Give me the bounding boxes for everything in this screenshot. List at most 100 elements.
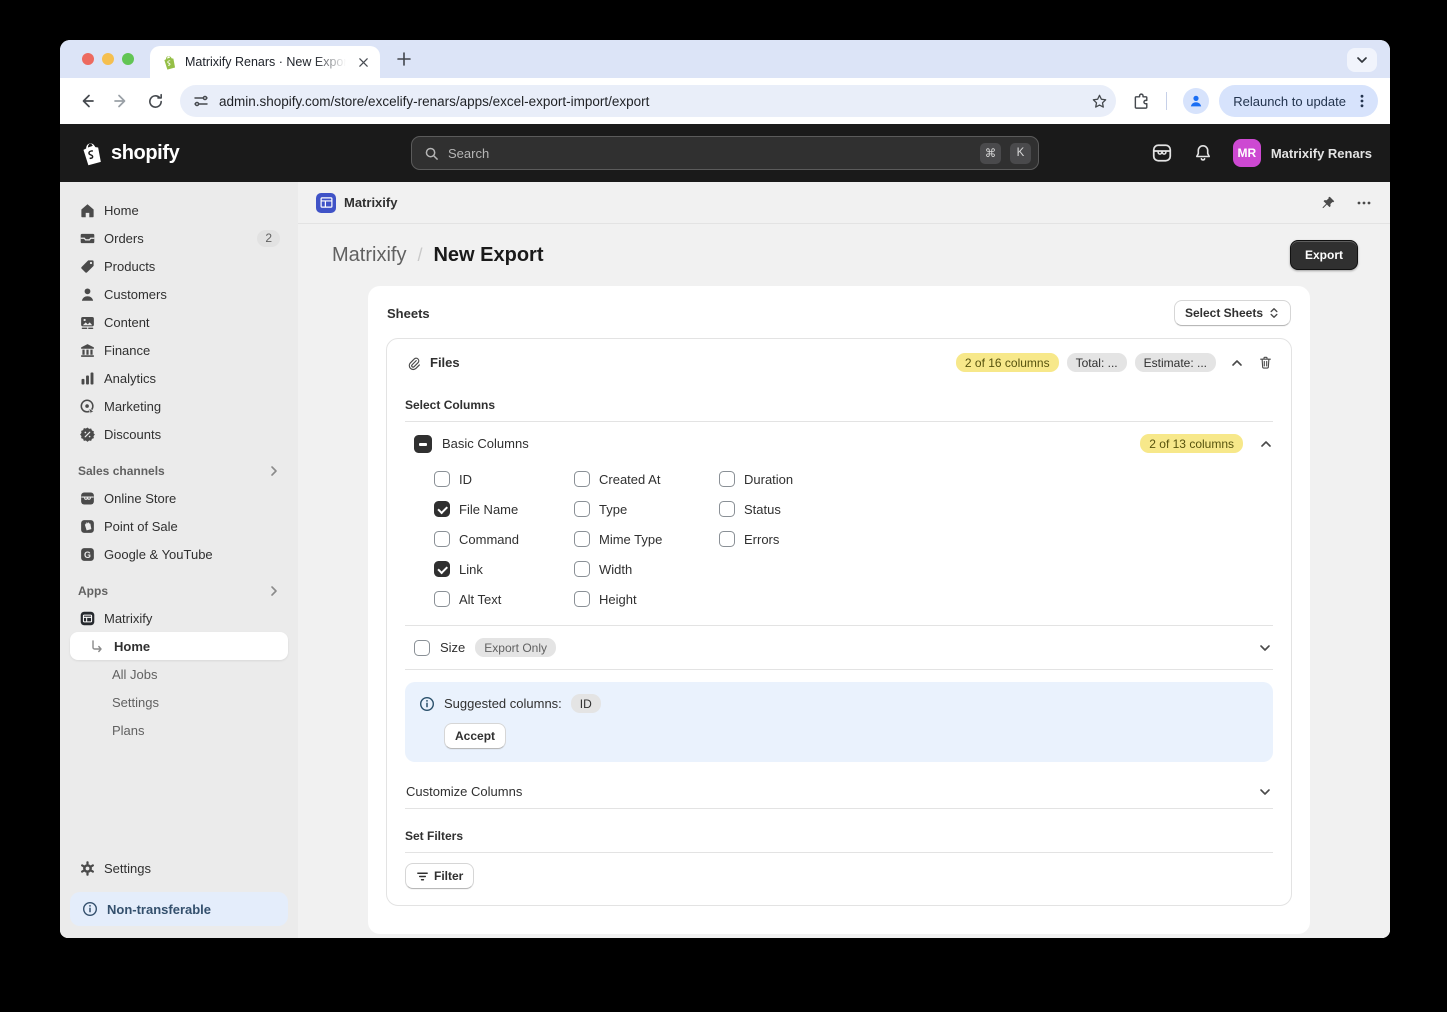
filter-button[interactable]: Filter xyxy=(405,863,474,889)
user-avatar[interactable]: MR xyxy=(1233,139,1261,167)
select-updown-icon xyxy=(1268,307,1280,319)
checkbox[interactable] xyxy=(434,561,450,577)
tab-close-icon[interactable] xyxy=(354,53,372,71)
store-preview-icon[interactable] xyxy=(1151,142,1173,164)
more-actions-icon[interactable] xyxy=(1356,195,1372,211)
collapse-card-chevron-up-icon[interactable] xyxy=(1230,356,1244,370)
bookmark-star-icon[interactable] xyxy=(1091,93,1108,110)
notifications-bell-icon[interactable] xyxy=(1193,143,1213,163)
sidebar-item-label: Plans xyxy=(112,723,145,738)
site-settings-icon[interactable] xyxy=(193,93,209,109)
store-name[interactable]: Matrixify Renars xyxy=(1271,146,1372,161)
sidebar-item-app-settings[interactable]: Settings xyxy=(70,688,288,716)
checkbox[interactable] xyxy=(574,561,590,577)
section-label: Apps xyxy=(78,584,108,598)
column-checkbox-errors[interactable]: Errors xyxy=(719,531,1273,547)
column-checkbox-height[interactable]: Height xyxy=(574,591,719,607)
sidebar-item-home[interactable]: Home xyxy=(70,196,288,224)
zoom-window-button[interactable] xyxy=(122,53,134,65)
size-chevron-down-icon[interactable] xyxy=(1258,641,1272,655)
customize-columns-row[interactable]: Customize Columns xyxy=(405,784,1273,799)
customize-columns-label: Customize Columns xyxy=(406,784,522,799)
browser-tabstrip: Matrixify Renars · New Export xyxy=(60,40,1390,78)
sidebar-item-settings[interactable]: Settings xyxy=(70,854,288,882)
browser-tab[interactable]: Matrixify Renars · New Export xyxy=(150,46,380,78)
checkbox[interactable] xyxy=(574,591,590,607)
basic-columns-chevron-up-icon[interactable] xyxy=(1259,437,1273,451)
pin-icon[interactable] xyxy=(1320,195,1336,211)
basic-columns-checkbox[interactable] xyxy=(414,435,432,453)
breadcrumb[interactable]: Matrixify xyxy=(332,244,406,267)
checkbox[interactable] xyxy=(574,501,590,517)
products-tag-icon xyxy=(78,257,96,275)
sidebar-item-orders[interactable]: Orders 2 xyxy=(70,224,288,252)
tab-search-button[interactable] xyxy=(1347,48,1377,72)
size-columns-row[interactable]: Size Export Only xyxy=(405,626,1273,669)
sales-channels-header[interactable]: Sales channels xyxy=(70,464,288,478)
back-icon[interactable] xyxy=(72,86,102,116)
checkbox[interactable] xyxy=(719,501,735,517)
column-checkbox-command[interactable]: Command xyxy=(434,531,574,547)
accept-button[interactable]: Accept xyxy=(444,723,506,749)
set-filters-label: Set Filters xyxy=(405,829,1273,843)
files-card-badges: 2 of 16 columns Total: ... Estimate: ... xyxy=(956,353,1273,372)
url-text[interactable]: admin.shopify.com/store/excelify-renars/… xyxy=(219,94,1081,109)
sidebar-item-matrixify[interactable]: Matrixify xyxy=(70,604,288,632)
chrome-menu-icon[interactable] xyxy=(1354,93,1370,109)
checkbox[interactable] xyxy=(719,471,735,487)
sidebar-item-google-youtube[interactable]: G Google & YouTube xyxy=(70,540,288,568)
column-checkbox-width[interactable]: Width xyxy=(574,561,719,577)
checkbox[interactable] xyxy=(434,591,450,607)
checkbox[interactable] xyxy=(434,531,450,547)
url-bar[interactable]: admin.shopify.com/store/excelify-renars/… xyxy=(180,85,1116,117)
orders-count-badge: 2 xyxy=(257,230,280,247)
relaunch-to-update-button[interactable]: Relaunch to update xyxy=(1219,85,1378,117)
sidebar-item-analytics[interactable]: Analytics xyxy=(70,364,288,392)
checkbox[interactable] xyxy=(434,501,450,517)
column-checkbox-mime-type[interactable]: Mime Type xyxy=(574,531,719,547)
basic-columns-row[interactable]: Basic Columns 2 of 13 columns xyxy=(405,434,1273,453)
sidebar-item-app-home[interactable]: Home xyxy=(70,632,288,660)
reload-icon[interactable] xyxy=(140,86,170,116)
apps-header[interactable]: Apps xyxy=(70,584,288,598)
column-checkbox-created-at[interactable]: Created At xyxy=(574,471,719,487)
kbd-k: K xyxy=(1010,143,1031,164)
size-checkbox[interactable] xyxy=(414,640,430,656)
select-sheets-button[interactable]: Select Sheets xyxy=(1174,300,1291,326)
sidebar-item-discounts[interactable]: Discounts xyxy=(70,420,288,448)
sidebar-item-plans[interactable]: Plans xyxy=(70,716,288,744)
suggestion-text: Suggested columns: xyxy=(444,696,562,711)
sidebar-item-content[interactable]: Content xyxy=(70,308,288,336)
minimize-window-button[interactable] xyxy=(102,53,114,65)
sidebar-item-finance[interactable]: Finance xyxy=(70,336,288,364)
close-window-button[interactable] xyxy=(82,53,94,65)
forward-icon[interactable] xyxy=(106,86,136,116)
column-checkbox-link[interactable]: Link xyxy=(434,561,574,577)
checkbox[interactable] xyxy=(434,471,450,487)
sidebar-item-all-jobs[interactable]: All Jobs xyxy=(70,660,288,688)
google-icon: G xyxy=(78,545,96,563)
export-button[interactable]: Export xyxy=(1290,240,1358,270)
checkbox[interactable] xyxy=(574,531,590,547)
column-checkbox-file-name[interactable]: File Name xyxy=(434,501,574,517)
extensions-icon[interactable] xyxy=(1126,86,1156,116)
content-icon xyxy=(78,313,96,331)
non-transferable-banner[interactable]: Non-transferable xyxy=(70,892,288,926)
global-search-input[interactable]: Search ⌘ K xyxy=(411,136,1039,170)
column-checkbox-duration[interactable]: Duration xyxy=(719,471,1273,487)
sidebar-item-products[interactable]: Products xyxy=(70,252,288,280)
browser-profile-icon[interactable] xyxy=(1183,88,1209,114)
checkbox[interactable] xyxy=(719,531,735,547)
column-checkbox-alt-text[interactable]: Alt Text xyxy=(434,591,574,607)
column-checkbox-type[interactable]: Type xyxy=(574,501,719,517)
column-checkbox-status[interactable]: Status xyxy=(719,501,1273,517)
sidebar-item-online-store[interactable]: Online Store xyxy=(70,484,288,512)
sidebar-item-point-of-sale[interactable]: Point of Sale xyxy=(70,512,288,540)
checkbox[interactable] xyxy=(574,471,590,487)
new-tab-button[interactable] xyxy=(396,51,412,67)
shopify-logo[interactable]: shopify xyxy=(78,140,179,166)
sidebar-item-marketing[interactable]: Marketing xyxy=(70,392,288,420)
column-checkbox-id[interactable]: ID xyxy=(434,471,574,487)
sidebar-item-customers[interactable]: Customers xyxy=(70,280,288,308)
delete-sheet-trash-icon[interactable] xyxy=(1258,355,1273,370)
